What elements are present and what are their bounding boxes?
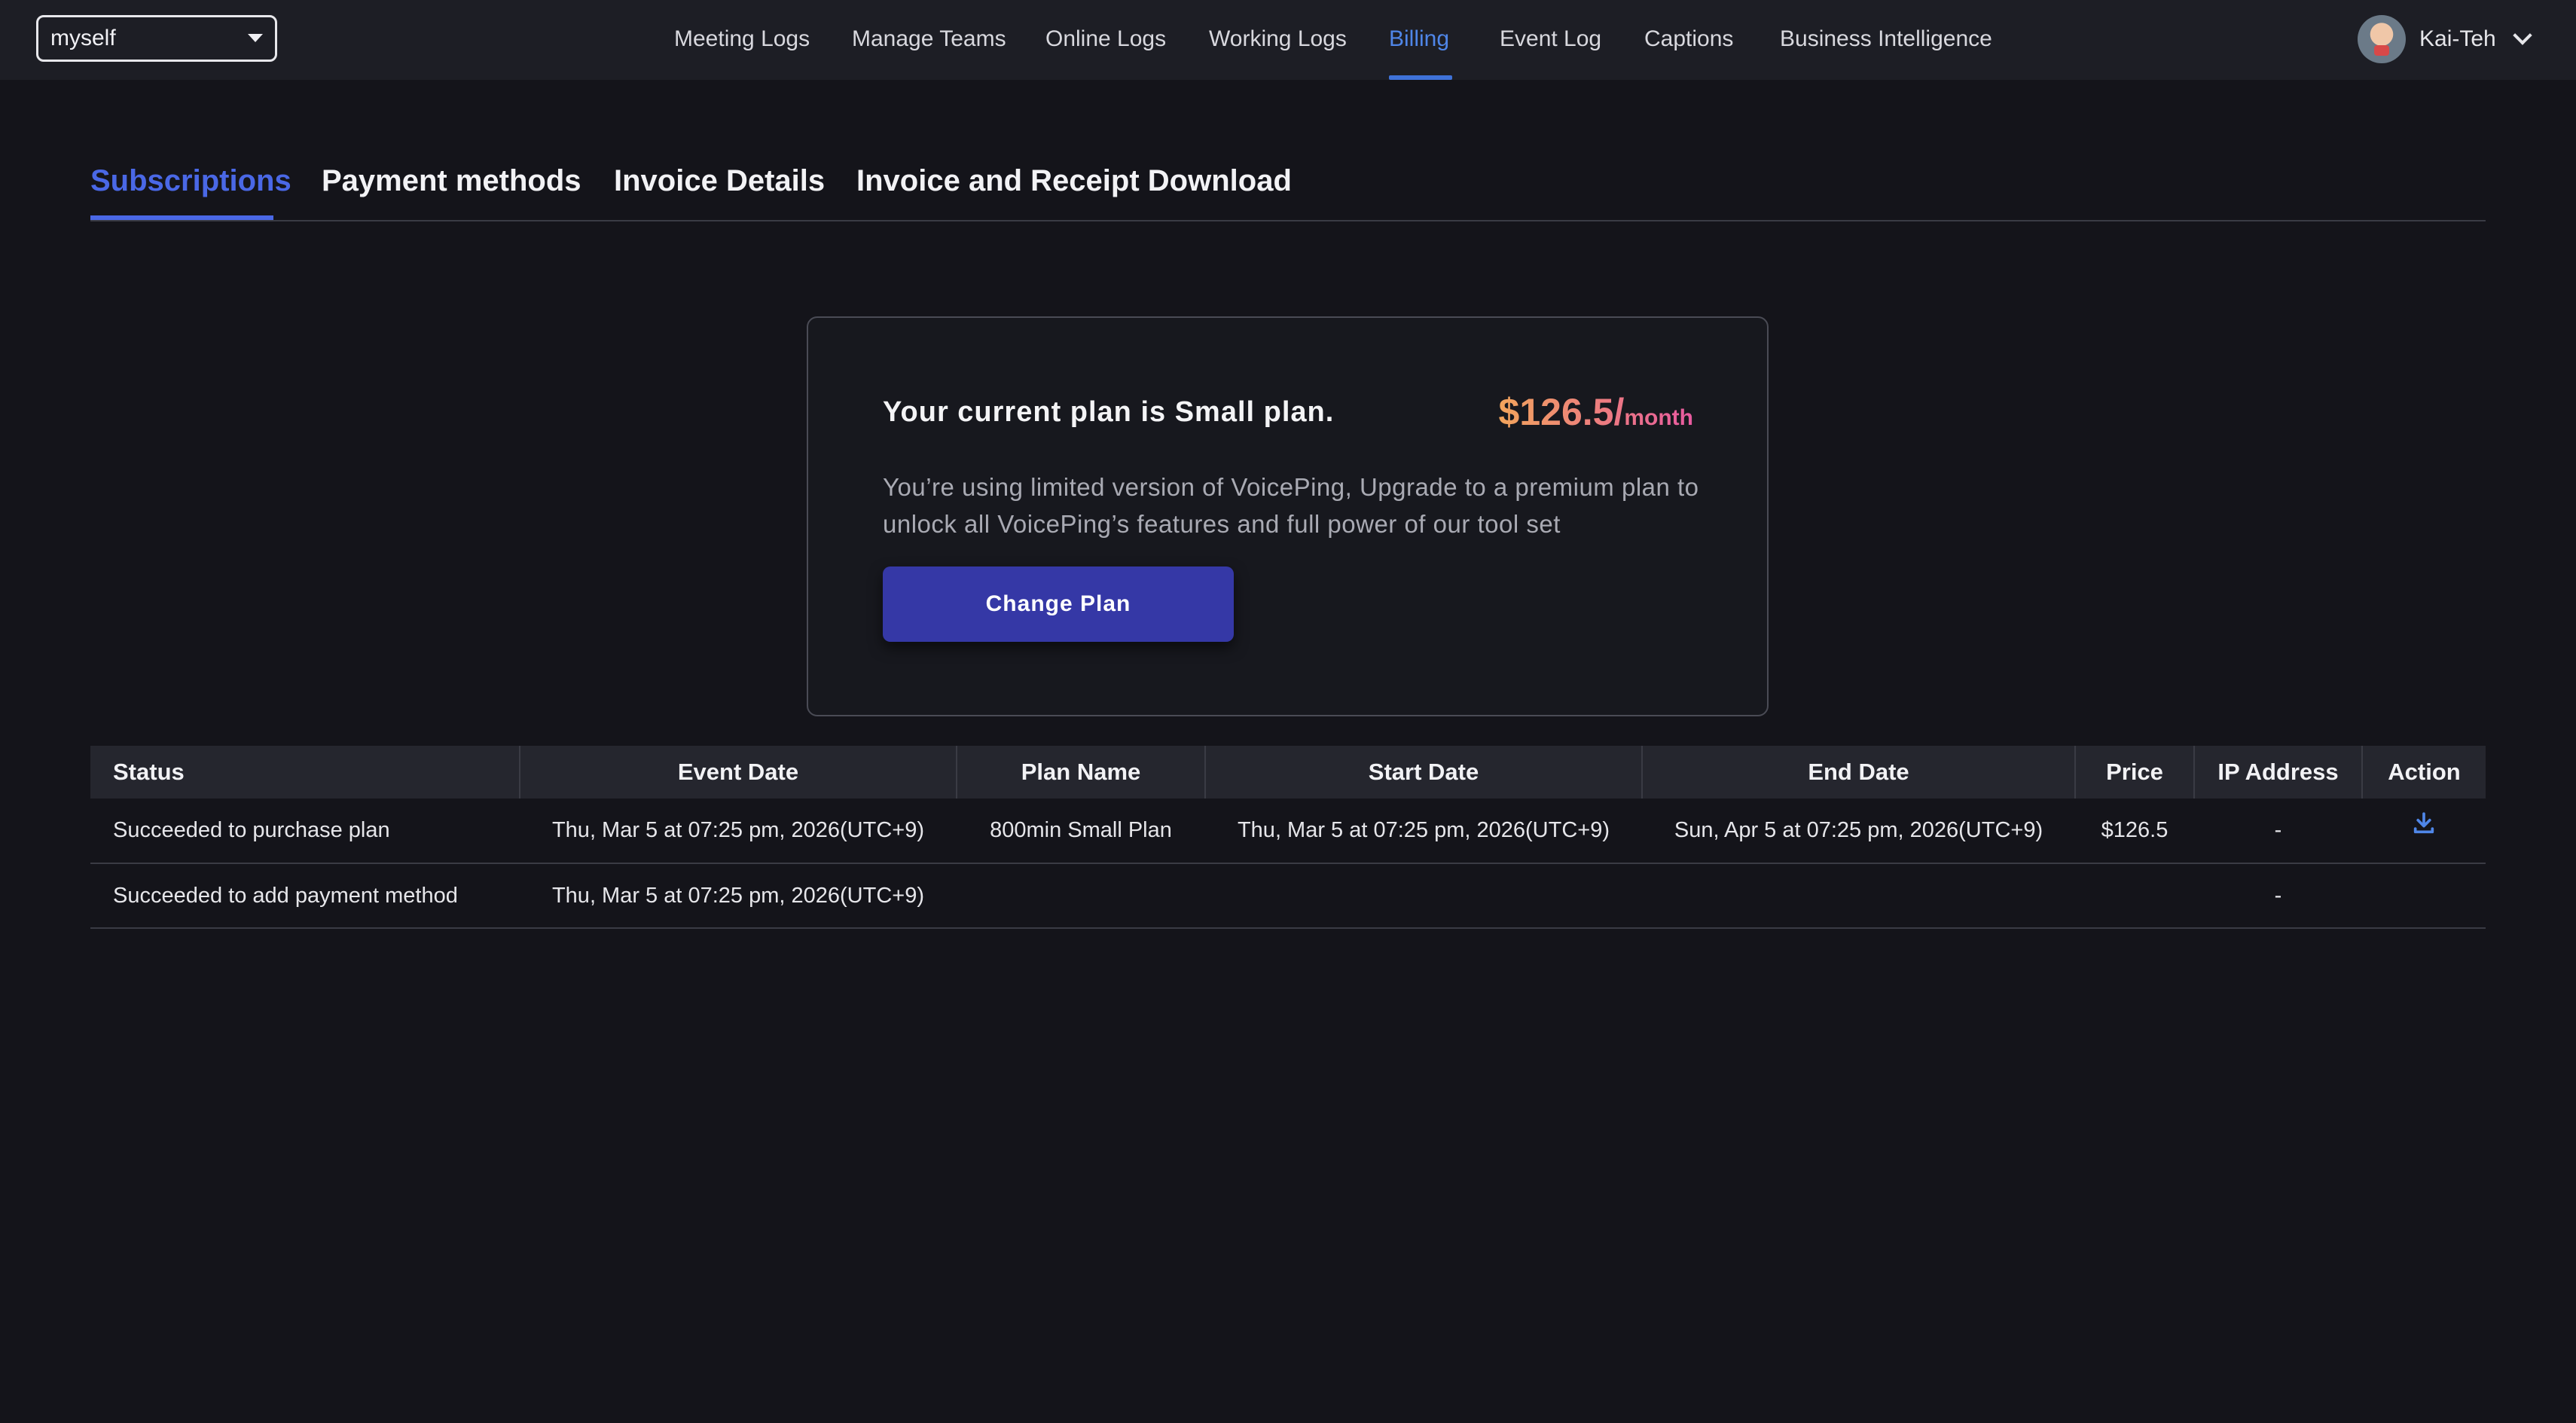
plan-title: Your current plan is Small plan.	[883, 396, 1335, 428]
table-header-row: Status Event Date Plan Name Start Date E…	[90, 746, 2486, 799]
plan-price: $126.5/month	[1499, 390, 1693, 434]
cell-action	[2362, 799, 2486, 864]
nav-business-intelligence[interactable]: Business Intelligence	[1780, 24, 1992, 54]
main-nav: Meeting Logs Manage Teams Online Logs Wo…	[0, 0, 2576, 80]
nav-meeting-logs[interactable]: Meeting Logs	[674, 24, 810, 54]
cell-end-date	[1642, 863, 2075, 929]
column-header-price[interactable]: Price	[2075, 746, 2195, 799]
tab-active-indicator	[90, 215, 273, 220]
column-header-plan-name[interactable]: Plan Name	[957, 746, 1206, 799]
cell-plan-name	[957, 863, 1205, 929]
change-plan-button[interactable]: Change Plan	[883, 566, 1234, 642]
nav-billing[interactable]: Billing	[1389, 24, 1449, 54]
nav-event-log[interactable]: Event Log	[1500, 24, 1601, 54]
cell-start-date	[1205, 863, 1642, 929]
user-name[interactable]: Kai-Teh	[2419, 26, 2496, 52]
cell-price	[2075, 863, 2194, 929]
table-row: Succeeded to add payment method Thu, Mar…	[90, 863, 2486, 929]
subscription-history-table: Status Event Date Plan Name Start Date E…	[90, 746, 2486, 929]
cell-start-date: Thu, Mar 5 at 07:25 pm, 2026(UTC+9)	[1205, 799, 1642, 864]
cell-ip-address: -	[2194, 799, 2362, 864]
column-header-event-date[interactable]: Event Date	[520, 746, 957, 799]
current-plan-card: Your current plan is Small plan. $126.5/…	[807, 316, 1769, 716]
plan-description: You’re using limited version of VoicePin…	[883, 473, 1699, 538]
cell-status: Succeeded to add payment method	[90, 863, 520, 929]
cell-status: Succeeded to purchase plan	[90, 799, 520, 864]
nav-online-logs[interactable]: Online Logs	[1045, 24, 1166, 54]
nav-active-indicator	[1389, 75, 1452, 80]
column-header-start-date[interactable]: Start Date	[1205, 746, 1643, 799]
tab-payment-methods[interactable]: Payment methods	[322, 164, 581, 198]
plan-price-amount: $126.5/	[1498, 391, 1625, 433]
nav-working-logs[interactable]: Working Logs	[1209, 24, 1347, 54]
top-navigation-bar: myself Meeting Logs Manage Teams Online …	[0, 0, 2576, 80]
download-icon[interactable]	[2411, 811, 2437, 842]
cell-end-date: Sun, Apr 5 at 07:25 pm, 2026(UTC+9)	[1642, 799, 2075, 864]
nav-captions[interactable]: Captions	[1644, 24, 1733, 54]
plan-price-period: month	[1624, 405, 1693, 430]
column-header-ip-address[interactable]: IP Address	[2194, 746, 2363, 799]
column-header-action[interactable]: Action	[2362, 746, 2486, 799]
table-row: Succeeded to purchase plan Thu, Mar 5 at…	[90, 799, 2486, 864]
cell-ip-address: -	[2194, 863, 2362, 929]
tab-invoice-receipt-download[interactable]: Invoice and Receipt Download	[856, 164, 1292, 198]
column-header-end-date[interactable]: End Date	[1642, 746, 2076, 799]
cell-event-date: Thu, Mar 5 at 07:25 pm, 2026(UTC+9)	[520, 863, 957, 929]
tab-subscriptions[interactable]: Subscriptions	[90, 164, 291, 198]
cell-plan-name: 800min Small Plan	[957, 799, 1205, 864]
nav-manage-teams[interactable]: Manage Teams	[852, 24, 1006, 54]
column-header-status[interactable]: Status	[90, 746, 520, 799]
cell-event-date: Thu, Mar 5 at 07:25 pm, 2026(UTC+9)	[520, 799, 957, 864]
billing-tabs: Subscriptions Payment methods Invoice De…	[90, 143, 2486, 221]
cell-price: $126.5	[2075, 799, 2194, 864]
avatar[interactable]	[2358, 15, 2406, 63]
user-menu[interactable]: Kai-Teh	[2358, 15, 2532, 63]
tab-invoice-details[interactable]: Invoice Details	[614, 164, 825, 198]
chevron-down-icon[interactable]	[2512, 26, 2532, 45]
cell-action	[2362, 863, 2486, 929]
